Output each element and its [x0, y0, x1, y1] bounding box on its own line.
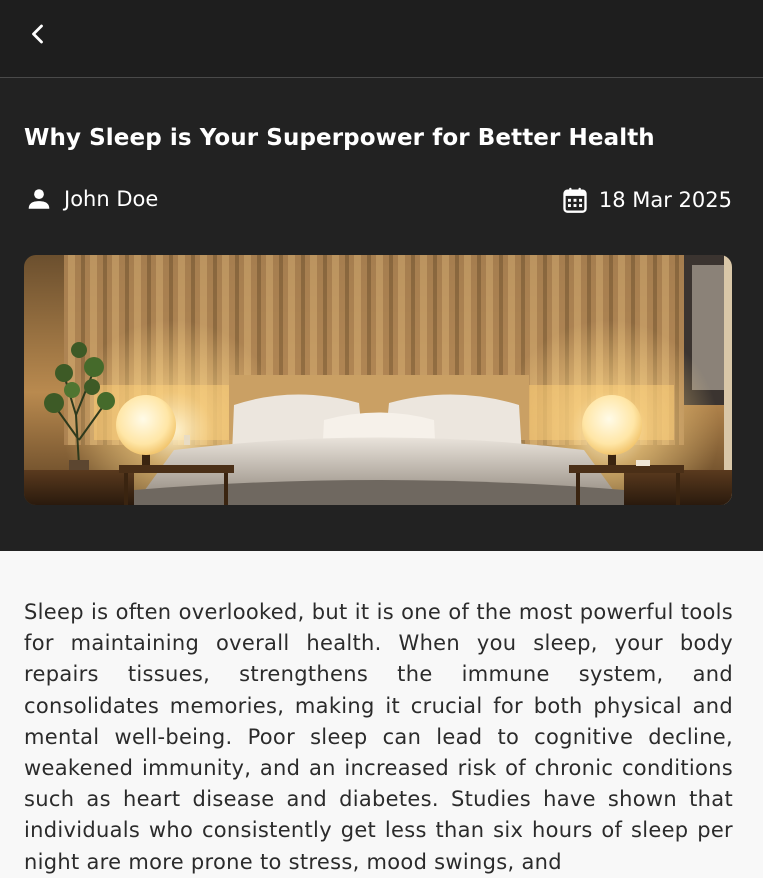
article-cover-image: [24, 255, 732, 505]
article-title: Why Sleep is Your Superpower for Better …: [24, 125, 655, 151]
chevron-left-icon: [32, 24, 43, 44]
calendar-icon: [563, 187, 587, 213]
article-header: Why Sleep is Your Superpower for Better …: [0, 78, 763, 551]
date-meta: 18 Mar 2025: [561, 186, 732, 214]
bedroom-illustration: [24, 255, 732, 505]
article-paragraph: Sleep is often overlooked, but it is one…: [24, 600, 733, 874]
top-app-bar: [0, 0, 763, 78]
publish-date: 18 Mar 2025: [598, 188, 732, 212]
author-name: John Doe: [64, 187, 159, 211]
author-meta: John Doe: [26, 186, 158, 212]
article-body: Sleep is often overlooked, but it is one…: [0, 551, 763, 878]
person-icon: [28, 189, 50, 209]
back-button[interactable]: [18, 14, 58, 54]
article-screen: Why Sleep is Your Superpower for Better …: [0, 0, 763, 878]
